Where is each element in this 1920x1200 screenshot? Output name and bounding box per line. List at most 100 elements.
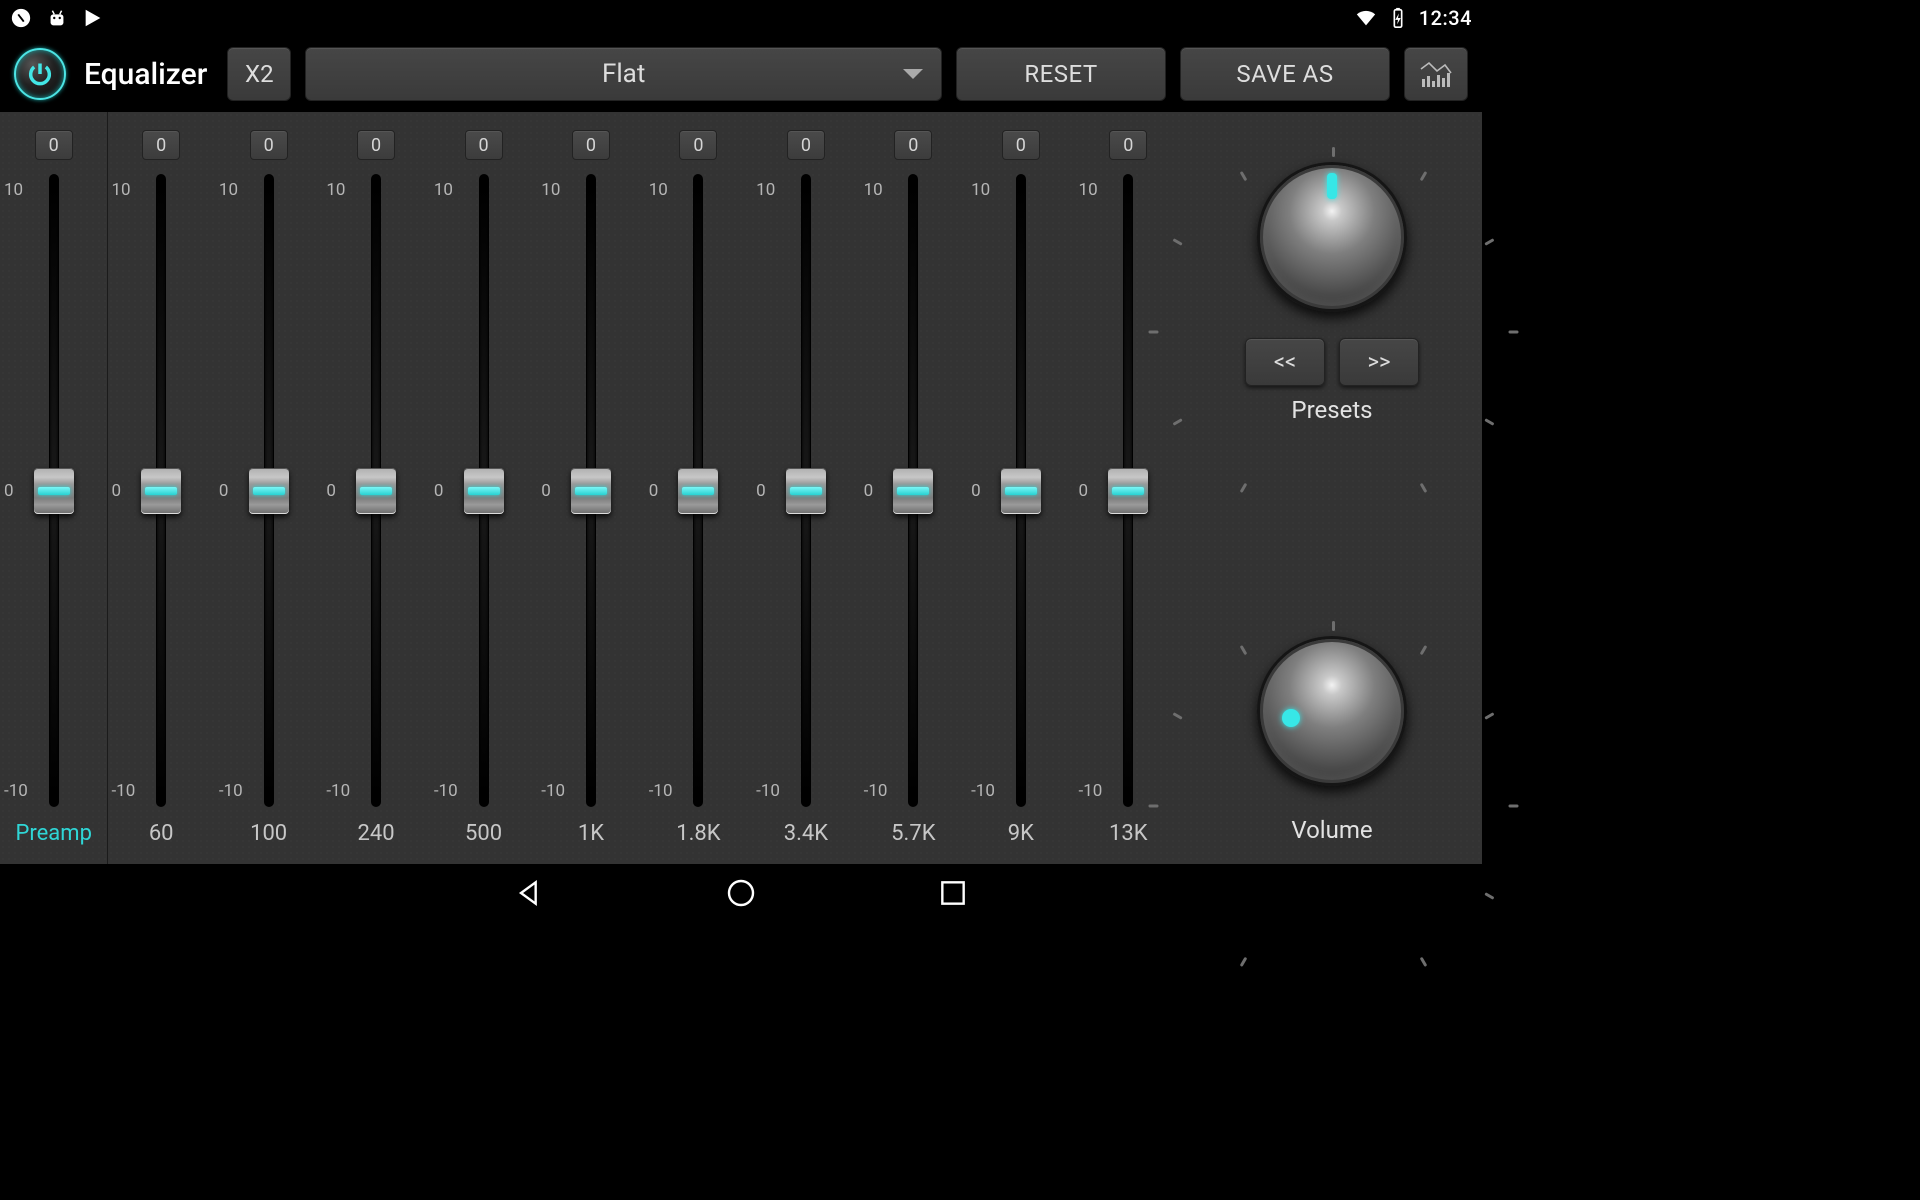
knob-tick [1149,331,1159,334]
scale-bot: -10 [971,781,995,801]
eq-band-value[interactable]: 0 [787,130,825,160]
eq-slider-track[interactable] [371,174,381,807]
eq-band-240: 0 10 0 -10 240 [322,130,429,846]
eq-slider-thumb[interactable] [571,468,611,514]
scale-bot: -10 [1079,781,1103,801]
preamp-divider [107,112,108,864]
nav-recents-button[interactable] [937,877,969,913]
chevron-down-icon [903,69,923,79]
scale-bot: -10 [111,781,135,801]
eq-band-13k: 0 10 0 -10 13K [1075,130,1182,846]
spectrum-icon [1419,59,1453,89]
eq-slider-thumb[interactable] [249,468,289,514]
eq-slider-track[interactable] [1016,174,1026,807]
balance-knob[interactable] [1257,162,1407,312]
eq-band-value[interactable]: 0 [465,130,503,160]
eq-band-value[interactable]: 0 [679,130,717,160]
knob-tick [1509,331,1519,334]
eq-slider-thumb[interactable] [678,468,718,514]
x2-toggle-button[interactable]: X2 [227,47,291,101]
eq-band-100: 0 10 0 -10 100 [215,130,322,846]
eq-band-label: 500 [465,821,502,846]
preset-prev-button[interactable]: << [1245,338,1325,386]
eq-band-3_4k: 0 10 0 -10 3.4K [752,130,859,846]
eq-band-track-wrap: 10 0 -10 [322,174,429,807]
eq-band-preamp: 0 10 0 -10 Preamp [0,130,107,846]
eq-band-label: 1K [578,821,604,846]
eq-slider-track[interactable] [264,174,274,807]
scale-top: 10 [864,180,883,200]
scale-top: 10 [971,180,990,200]
scale-top: 10 [649,180,668,200]
eq-band-value[interactable]: 0 [894,130,932,160]
reset-button[interactable]: RESET [956,47,1166,101]
eq-band-value[interactable]: 0 [1002,130,1040,160]
volume-knob[interactable] [1257,636,1407,786]
eq-band-value[interactable]: 0 [142,130,180,160]
eq-slider-track[interactable] [1123,174,1133,807]
eq-band-label: 1.8K [676,821,720,846]
eq-slider-track[interactable] [49,174,59,807]
scale-top: 10 [111,180,130,200]
eq-slider-thumb[interactable] [1001,468,1041,514]
eq-band-value[interactable]: 0 [250,130,288,160]
eq-band-track-wrap: 10 0 -10 [537,174,644,807]
knob-tick [1484,418,1494,426]
eq-slider-track[interactable] [586,174,596,807]
preset-select[interactable]: Flat [305,47,942,101]
power-toggle-button[interactable] [14,48,66,100]
eq-band-track-wrap: 10 0 -10 [645,174,752,807]
eq-band-value[interactable]: 0 [1109,130,1147,160]
eq-slider-track[interactable] [801,174,811,807]
knob-tick [1484,238,1494,246]
preset-select-value: Flat [602,59,645,89]
eq-band-value[interactable]: 0 [35,130,73,160]
save-as-button[interactable]: SAVE AS [1180,47,1390,101]
eq-slider-track[interactable] [156,174,166,807]
eq-band-label: Preamp [16,821,92,846]
eq-band-9k: 0 10 0 -10 9K [967,130,1074,846]
circle-home-icon [725,877,757,909]
eq-slider-thumb[interactable] [1108,468,1148,514]
eq-slider-thumb[interactable] [893,468,933,514]
knob-tick [1240,171,1248,181]
spectrum-view-button[interactable] [1404,47,1468,101]
eq-band-60: 0 10 0 -10 60 [107,130,214,846]
eq-slider-thumb[interactable] [34,468,74,514]
presets-caption: Presets [1291,396,1372,424]
scale-top: 10 [219,180,238,200]
knob-tick [1420,645,1428,655]
eq-band-1k: 0 10 0 -10 1K [537,130,644,846]
eq-slider-thumb[interactable] [141,468,181,514]
eq-slider-thumb[interactable] [786,468,826,514]
eq-band-track-wrap: 10 0 -10 [860,174,967,807]
scale-mid: 0 [219,481,229,501]
eq-band-label: 100 [250,821,287,846]
android-nav-bar [0,864,1482,926]
scale-bot: -10 [219,781,243,801]
knob-tick [1484,892,1494,900]
scale-mid: 0 [434,481,444,501]
eq-slider-thumb[interactable] [356,468,396,514]
scale-bot: -10 [864,781,888,801]
eq-band-track-wrap: 10 0 -10 [215,174,322,807]
nav-back-button[interactable] [513,877,545,913]
volume-knob-wrap [1237,616,1427,806]
nav-home-button[interactable] [725,877,757,913]
eq-band-label: 9K [1008,821,1034,846]
preset-next-button[interactable]: >> [1339,338,1419,386]
eq-slider-track[interactable] [908,174,918,807]
eq-band-track-wrap: 10 0 -10 [430,174,537,807]
eq-band-value[interactable]: 0 [357,130,395,160]
scale-bot: -10 [434,781,458,801]
eq-slider-track[interactable] [479,174,489,807]
scale-mid: 0 [649,481,659,501]
scale-top: 10 [326,180,345,200]
triangle-back-icon [513,877,545,909]
eq-band-value[interactable]: 0 [572,130,610,160]
eq-slider-track[interactable] [693,174,703,807]
eq-slider-thumb[interactable] [464,468,504,514]
balance-knob-indicator [1327,173,1337,199]
android-head-icon [46,7,68,29]
eq-band-track-wrap: 10 0 -10 [0,174,107,807]
